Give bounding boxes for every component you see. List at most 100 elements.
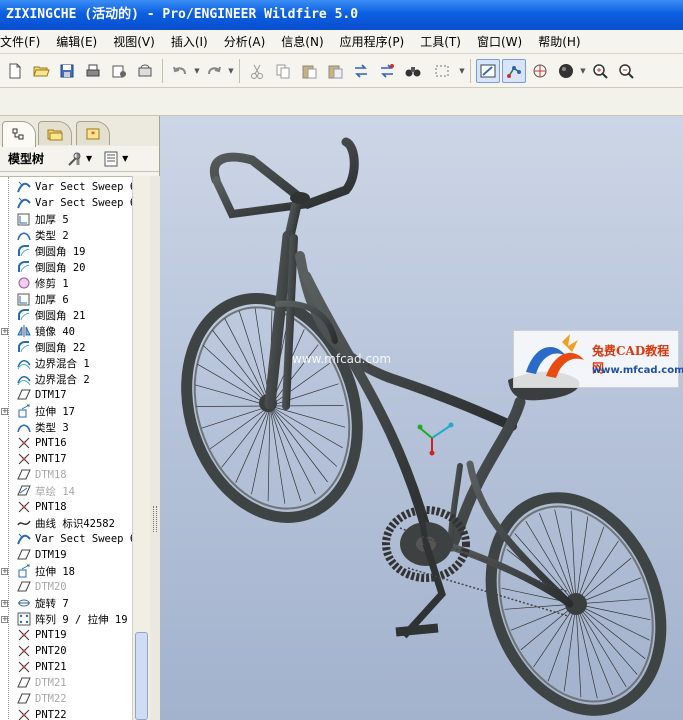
expand-toggle[interactable]: +	[1, 599, 8, 607]
tree-item[interactable]: 边界混合 2	[0, 371, 150, 387]
find-button[interactable]	[401, 59, 425, 83]
menu-item-1[interactable]: 编辑(E)	[48, 33, 105, 50]
graphics-window[interactable]: www.mfcad.com 兔费CAD教程网 www.mfcad.com	[160, 116, 683, 720]
chevron-down-icon[interactable]: ▼	[579, 59, 587, 83]
chevron-down-icon[interactable]: ▼	[458, 59, 466, 83]
tree-item[interactable]: PNT16	[0, 435, 150, 451]
redo-button[interactable]	[202, 59, 226, 83]
tree-item[interactable]: Var Sect Sweep 6	[0, 179, 150, 195]
new-file-button[interactable]	[3, 59, 27, 83]
expand-toggle[interactable]: +	[1, 567, 8, 575]
tree-item[interactable]: + 拉伸 18	[0, 563, 150, 579]
zoom-out-button[interactable]	[614, 59, 638, 83]
menu-item-0[interactable]: 文件(F)	[0, 33, 48, 50]
sash-grip[interactable]	[153, 506, 157, 532]
feature-datum-icon	[17, 693, 31, 704]
folder-browser-tab[interactable]	[38, 121, 72, 145]
print-button[interactable]	[81, 59, 105, 83]
tree-item[interactable]: 类型 3	[0, 419, 150, 435]
wheel-spoke	[201, 405, 271, 429]
tree-item[interactable]: PNT19	[0, 627, 150, 643]
expand-toggle[interactable]: +	[1, 407, 8, 415]
regenerate-icon	[138, 64, 152, 76]
chevron-down-icon: ▼	[86, 154, 93, 163]
select-box-button[interactable]	[427, 59, 457, 83]
tree-item[interactable]: 倒圆角 20	[0, 259, 150, 275]
tree-item[interactable]: 修剪 1	[0, 275, 150, 291]
tree-item[interactable]: PNT20	[0, 643, 150, 659]
wheel-spoke	[575, 603, 651, 621]
tree-item[interactable]: 倒圆角 22	[0, 339, 150, 355]
tree-item[interactable]: DTM19	[0, 547, 150, 563]
tree-item[interactable]: DTM17	[0, 387, 150, 403]
tree-item-label: PNT19	[35, 629, 67, 641]
tree-item[interactable]: + 拉伸 17	[0, 403, 150, 419]
model-tree-scrollbar[interactable]	[132, 176, 150, 720]
tree-item[interactable]: DTM22	[0, 691, 150, 707]
tree-item[interactable]: DTM20	[0, 579, 150, 595]
tree-item[interactable]: + 旋转 7	[0, 595, 150, 611]
tree-item[interactable]: + 镜像 40	[0, 323, 150, 339]
tree-item[interactable]: 加厚 5	[0, 211, 150, 227]
tree-item[interactable]: PNT21	[0, 659, 150, 675]
menu-item-8[interactable]: 窗口(W)	[469, 33, 530, 50]
menu-item-2[interactable]: 视图(V)	[105, 33, 163, 50]
tree-item-label: DTM18	[35, 469, 67, 481]
tree-item-label: PNT18	[35, 501, 67, 513]
menu-item-4[interactable]: 分析(A)	[216, 33, 274, 50]
open-folder-button[interactable]	[29, 59, 53, 83]
tree-item-label: DTM19	[35, 549, 67, 561]
tree-item[interactable]: 草绘 14	[0, 483, 150, 499]
chevron-down-icon[interactable]: ▼	[193, 59, 201, 83]
menu-item-7[interactable]: 工具(T)	[412, 33, 469, 50]
tree-item[interactable]: 边界混合 1	[0, 355, 150, 371]
regenerate-button[interactable]	[133, 59, 157, 83]
tree-item[interactable]: Var Sect Sweep 6	[0, 531, 150, 547]
expand-toggle[interactable]: +	[1, 327, 8, 335]
scrollbar-thumb[interactable]	[135, 632, 148, 720]
tree-item[interactable]: PNT17	[0, 451, 150, 467]
tree-item[interactable]: 倒圆角 21	[0, 307, 150, 323]
copy-button[interactable]	[271, 59, 295, 83]
tree-item[interactable]: DTM18	[0, 467, 150, 483]
panel-sash[interactable]	[150, 176, 160, 720]
menu-item-3[interactable]: 插入(I)	[163, 33, 216, 50]
paste-special-button[interactable]	[323, 59, 347, 83]
menu-item-6[interactable]: 应用程序(P)	[332, 33, 413, 50]
tree-item[interactable]: 类型 2	[0, 227, 150, 243]
regen-manager-button[interactable]	[349, 59, 373, 83]
bicycle-model[interactable]	[160, 116, 683, 720]
tree-item[interactable]: PNT22	[0, 707, 150, 720]
favorites-tab[interactable]: *	[76, 121, 110, 145]
save-button[interactable]	[55, 59, 79, 83]
menu-item-9[interactable]: 帮助(H)	[530, 33, 588, 50]
orient-button[interactable]	[528, 59, 552, 83]
tree-settings-button[interactable]: ▼	[66, 150, 92, 168]
expand-toggle[interactable]: +	[1, 615, 8, 623]
tree-item-label: Var Sect Sweep 6	[35, 181, 137, 193]
zoom-in-button[interactable]	[588, 59, 612, 83]
chevron-down-icon[interactable]: ▼	[227, 59, 235, 83]
wheel-spoke	[221, 405, 271, 468]
tree-item[interactable]: Var Sect Sweep 6	[0, 195, 150, 211]
menu-item-5[interactable]: 信息(N)	[273, 33, 331, 50]
tree-item[interactable]: 加厚 6	[0, 291, 150, 307]
cut-button[interactable]	[245, 59, 269, 83]
tree-item[interactable]: + 阵列 9 / 拉伸 19	[0, 611, 150, 627]
tree-item[interactable]: DTM21	[0, 675, 150, 691]
feature-sweep-icon	[17, 533, 31, 545]
undo-button[interactable]	[168, 59, 192, 83]
regen-button[interactable]	[375, 59, 399, 83]
redraw-button[interactable]	[476, 58, 500, 83]
find-icon	[405, 66, 421, 76]
model-tree-tab[interactable]	[2, 121, 36, 147]
paste-button[interactable]	[297, 59, 321, 83]
shading-button[interactable]	[554, 59, 578, 83]
send-mail-button[interactable]	[107, 59, 131, 83]
tree-item[interactable]: 曲线 标识42582	[0, 515, 150, 531]
model-tree-title: 模型树	[8, 152, 45, 166]
tree-item[interactable]: PNT18	[0, 499, 150, 515]
tree-item[interactable]: 倒圆角 19	[0, 243, 150, 259]
spin-center-button[interactable]	[502, 58, 526, 83]
tree-show-button[interactable]: ▼	[102, 150, 128, 168]
